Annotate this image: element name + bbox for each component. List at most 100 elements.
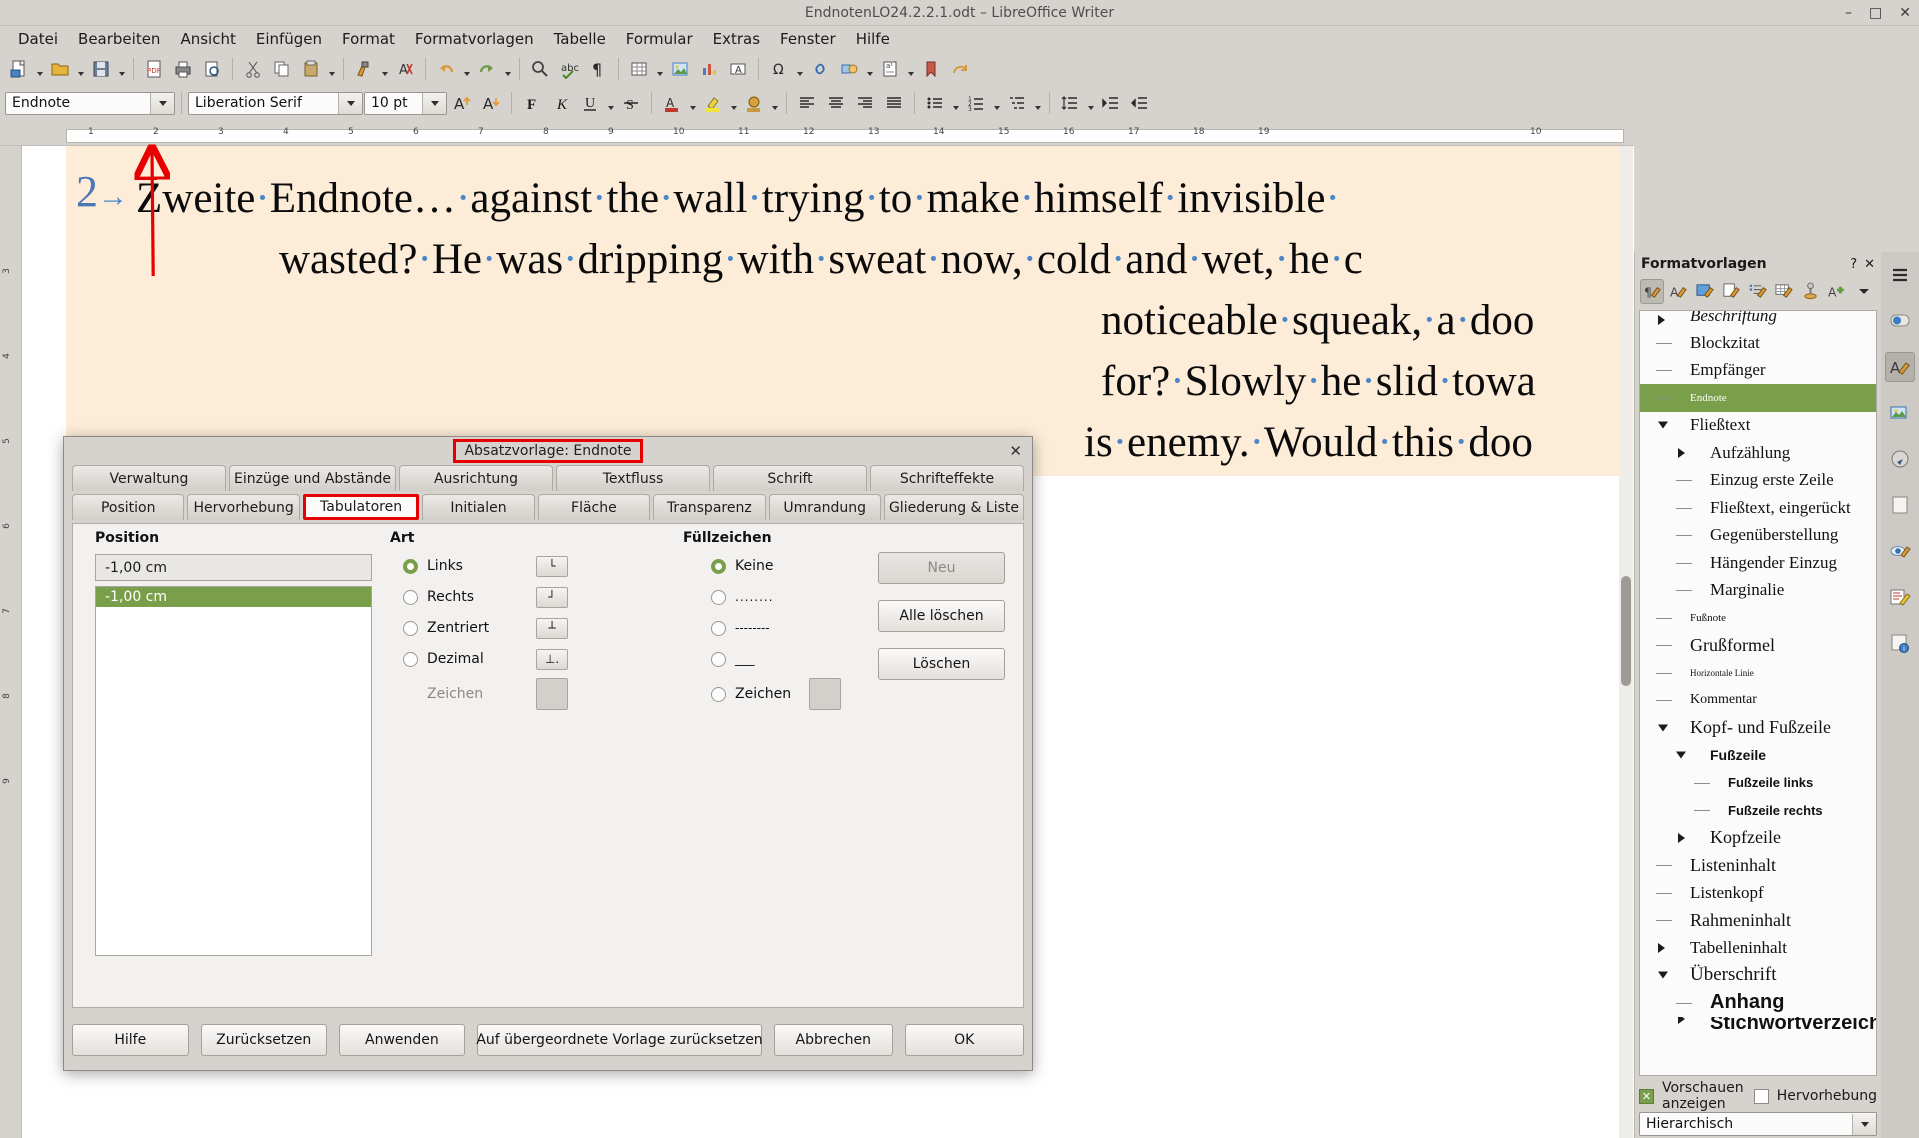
tab-type-decimal-icon[interactable]: ⊥.: [536, 648, 568, 670]
font-color-dropdown[interactable]: [687, 89, 698, 117]
expand-arrow-icon[interactable]: [1658, 942, 1665, 953]
manage-changes-icon[interactable]: [1885, 582, 1915, 612]
fill-format-mode-icon[interactable]: [1799, 279, 1823, 304]
tab-textfluss[interactable]: Textfluss: [556, 465, 711, 491]
style-filter-combo[interactable]: Hierarchisch: [1639, 1112, 1877, 1136]
italic-icon[interactable]: K: [547, 89, 575, 117]
style-item-fusszeile[interactable]: Fußzeile: [1640, 742, 1876, 770]
insert-table-icon[interactable]: [625, 55, 653, 83]
align-justified-icon[interactable]: [880, 89, 908, 117]
undo-icon[interactable]: [432, 55, 460, 83]
unordered-list-icon[interactable]: [921, 89, 949, 117]
open-file-icon[interactable]: [46, 55, 74, 83]
page-styles-icon[interactable]: [1719, 279, 1743, 304]
save-dropdown[interactable]: [116, 55, 127, 83]
outline-list-dropdown[interactable]: [1032, 89, 1043, 117]
highlight-checkbox[interactable]: [1753, 1088, 1769, 1104]
navigator-deck-icon[interactable]: [1885, 444, 1915, 474]
tree-marker[interactable]: [1644, 311, 1690, 329]
style-item-anhang[interactable]: Anhang: [1640, 989, 1876, 1017]
sidebar-close-icon[interactable]: ✕: [1864, 257, 1875, 272]
tab-flaeche[interactable]: Fläche: [537, 494, 651, 520]
style-item-kopfzeile[interactable]: Kopfzeile: [1640, 824, 1876, 852]
style-item-tabelleninhalt[interactable]: Tabelleninhalt: [1640, 934, 1876, 962]
line-spacing-icon[interactable]: [1056, 89, 1084, 117]
gallery-deck-icon[interactable]: [1885, 398, 1915, 428]
menu-item-formatvorlagen[interactable]: Formatvorlagen: [405, 27, 544, 51]
underline-dropdown[interactable]: [605, 89, 616, 117]
expand-arrow-icon[interactable]: [1678, 1016, 1685, 1024]
align-left-icon[interactable]: [793, 89, 821, 117]
new-document-icon[interactable]: [5, 55, 33, 83]
style-item-fusszeile-links[interactable]: Fußzeile links: [1640, 769, 1876, 797]
radio-fill-keine[interactable]: Keine: [711, 552, 891, 580]
insert-bookmark-icon[interactable]: [917, 55, 945, 83]
tab-umrandung[interactable]: Umrandung: [768, 494, 881, 520]
font-color-icon[interactable]: A: [658, 89, 686, 117]
clear-formatting-icon[interactable]: A: [391, 55, 419, 83]
position-input[interactable]: -1,00 cm: [95, 554, 372, 581]
style-item-empfaenger[interactable]: Empfänger: [1640, 357, 1876, 385]
expand-arrow-icon[interactable]: [1678, 832, 1685, 843]
apply-button[interactable]: Anwenden: [338, 1024, 466, 1056]
fill-char-input[interactable]: [809, 678, 842, 710]
tab-type-center-icon[interactable]: ┴: [536, 617, 568, 639]
style-item-fussnote[interactable]: Fußnote: [1640, 604, 1876, 632]
radio-fill-underline[interactable]: ___: [711, 645, 891, 673]
menu-item-tabelle[interactable]: Tabelle: [544, 27, 616, 51]
expand-arrow-icon[interactable]: [1658, 315, 1665, 325]
clone-formatting-dropdown[interactable]: [379, 55, 390, 83]
position-list[interactable]: -1,00 cm: [95, 586, 372, 956]
delete-all-tabs-button[interactable]: Alle löschen: [878, 600, 1005, 632]
tab-verwaltung[interactable]: Verwaltung: [72, 465, 226, 491]
line-spacing-dropdown[interactable]: [1085, 89, 1096, 117]
insert-table-dropdown[interactable]: [654, 55, 665, 83]
tab-tabulatoren[interactable]: Tabulatoren: [302, 494, 420, 520]
radio-fill-dashed[interactable]: --------: [711, 614, 891, 642]
style-item-marginalie[interactable]: Marginalie: [1640, 577, 1876, 605]
show-previews-checkbox[interactable]: ✕: [1639, 1088, 1654, 1104]
copy-icon[interactable]: [268, 55, 296, 83]
styles-deck-icon[interactable]: A: [1885, 352, 1915, 382]
style-item-listeninhalt[interactable]: Listeninhalt: [1640, 852, 1876, 880]
paste-dropdown[interactable]: [326, 55, 337, 83]
sidebar-settings-menu-icon[interactable]: [1885, 260, 1915, 290]
dialog-close-icon[interactable]: ✕: [1009, 442, 1022, 460]
insert-special-character-icon[interactable]: Ω: [765, 55, 793, 83]
decrease-font-size-icon[interactable]: A: [477, 89, 505, 117]
style-item-listenkopf[interactable]: Listenkopf: [1640, 879, 1876, 907]
insert-textbox-icon[interactable]: A: [724, 55, 752, 83]
font-size-combo[interactable]: 10 pt: [364, 91, 447, 115]
special-character-dropdown[interactable]: [794, 55, 805, 83]
menu-item-fenster[interactable]: Fenster: [770, 27, 846, 51]
character-styles-icon[interactable]: A: [1666, 279, 1690, 304]
insert-chart-icon[interactable]: [695, 55, 723, 83]
collapse-arrow-icon[interactable]: [1658, 724, 1668, 732]
insert-shape-icon[interactable]: [835, 55, 863, 83]
menu-item-hilfe[interactable]: Hilfe: [846, 27, 900, 51]
bold-icon[interactable]: F: [518, 89, 546, 117]
delete-tab-button[interactable]: Löschen: [878, 648, 1005, 680]
decrease-indent-icon[interactable]: [1126, 89, 1154, 117]
open-file-dropdown[interactable]: [75, 55, 86, 83]
character-background-dropdown[interactable]: [769, 89, 780, 117]
ruler-scale[interactable]: [66, 129, 1624, 143]
insert-footnote-icon[interactable]: a¹: [876, 55, 904, 83]
tree-marker[interactable]: [1644, 714, 1690, 742]
highlight-color-dropdown[interactable]: [728, 89, 739, 117]
align-right-icon[interactable]: [851, 89, 879, 117]
position-list-item[interactable]: -1,00 cm: [96, 587, 371, 607]
paragraph-styles-icon[interactable]: ¶: [1640, 278, 1665, 304]
reset-button[interactable]: Zurücksetzen: [200, 1024, 327, 1056]
character-background-icon[interactable]: [740, 89, 768, 117]
radio-art-zentriert[interactable]: Zentriert: [403, 614, 489, 642]
print-preview-icon[interactable]: [198, 55, 226, 83]
paste-icon[interactable]: [297, 55, 325, 83]
style-item-haengender-einzug[interactable]: Hängender Einzug: [1640, 549, 1876, 577]
tab-hervorhebung[interactable]: Hervorhebung: [187, 494, 300, 520]
collapse-arrow-icon[interactable]: [1676, 751, 1686, 759]
tree-marker[interactable]: [1644, 962, 1690, 990]
font-size-dropdown-icon[interactable]: [422, 92, 446, 114]
collapse-arrow-icon[interactable]: [1658, 971, 1668, 979]
menu-item-datei[interactable]: Datei: [8, 27, 68, 51]
